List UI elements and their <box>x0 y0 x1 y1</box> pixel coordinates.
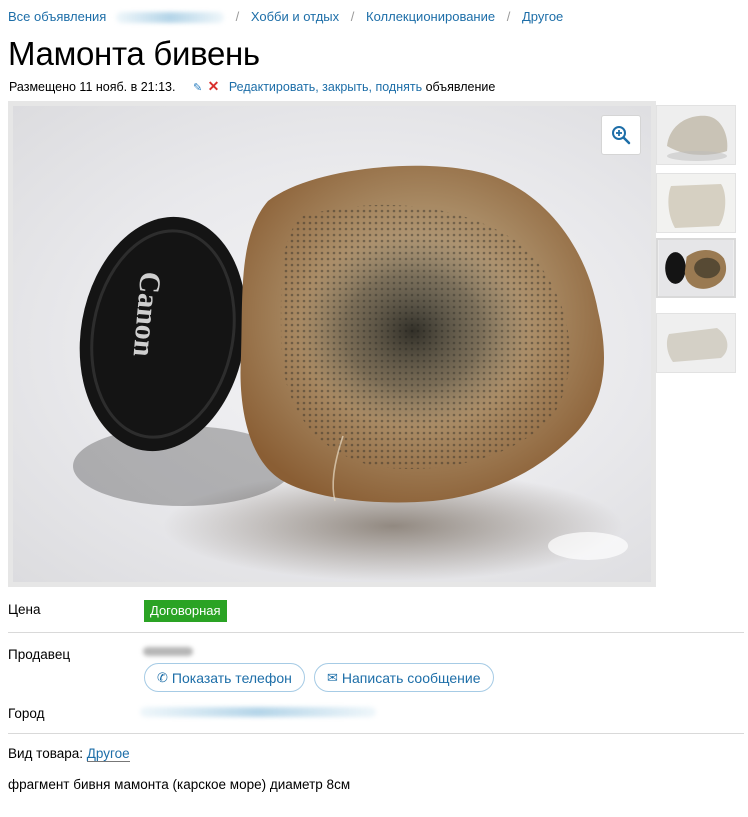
ad-meta: Размещено 11 нояб. в 21:13. ✎ ✕ Редактир… <box>9 78 495 95</box>
photo-thumbnail-2[interactable] <box>656 173 736 233</box>
item-kind: Вид товара: Другое <box>8 746 130 762</box>
zoom-in-icon <box>612 126 631 145</box>
seller-label: Продавец <box>8 647 71 662</box>
photo-thumbnail-1[interactable] <box>656 105 736 165</box>
divider <box>8 632 744 633</box>
show-phone-label: Показать телефон <box>171 669 292 686</box>
send-message-label: Написать сообщение <box>341 669 481 686</box>
phone-icon: ✆ <box>157 669 168 685</box>
kind-link[interactable]: Другое <box>86 746 130 762</box>
divider <box>8 733 744 734</box>
mammoth-tusk-photo: Canon <box>73 165 628 581</box>
photo-thumbnail-4[interactable] <box>656 313 736 373</box>
breadcrumb-other[interactable]: Другое <box>522 9 563 24</box>
send-message-button[interactable]: ✉ Написать сообщение <box>314 663 494 692</box>
show-phone-button[interactable]: ✆ Показать телефон <box>144 663 305 692</box>
breadcrumb-separator: / <box>506 9 511 24</box>
breadcrumb: Все объявления / Хобби и отдых / Коллекц… <box>8 9 563 24</box>
kind-label: Вид товара: <box>8 746 84 761</box>
photo-thumbnail-3[interactable] <box>656 238 736 298</box>
edit-ad-link[interactable]: Редактировать, закрыть, поднять <box>229 80 422 94</box>
breadcrumb-separator: / <box>235 9 240 24</box>
main-photo[interactable]: Canon <box>8 101 656 587</box>
redacted-region <box>143 647 193 656</box>
redacted-region <box>140 707 376 717</box>
city-label: Город <box>8 706 45 721</box>
price-label: Цена <box>8 602 41 617</box>
envelope-icon: ✉ <box>327 669 338 685</box>
edit-ad-suffix: объявление <box>425 80 496 94</box>
breadcrumb-hobby[interactable]: Хобби и отдых <box>251 9 339 24</box>
posted-date: Размещено 11 нояб. в 21:13. <box>9 80 176 94</box>
delete-icon[interactable]: ✕ <box>208 78 220 94</box>
breadcrumb-collecting[interactable]: Коллекционирование <box>366 9 495 24</box>
page-title: Мамонта бивень <box>8 35 260 72</box>
ad-description: фрагмент бивня мамонта (карское море) ди… <box>8 777 351 792</box>
price-badge: Договорная <box>144 600 227 622</box>
zoom-button[interactable] <box>601 115 641 155</box>
redacted-region <box>115 12 224 24</box>
breadcrumb-separator: / <box>350 9 355 24</box>
breadcrumb-all-ads[interactable]: Все объявления <box>8 9 106 24</box>
pencil-icon[interactable]: ✎ <box>193 82 202 94</box>
